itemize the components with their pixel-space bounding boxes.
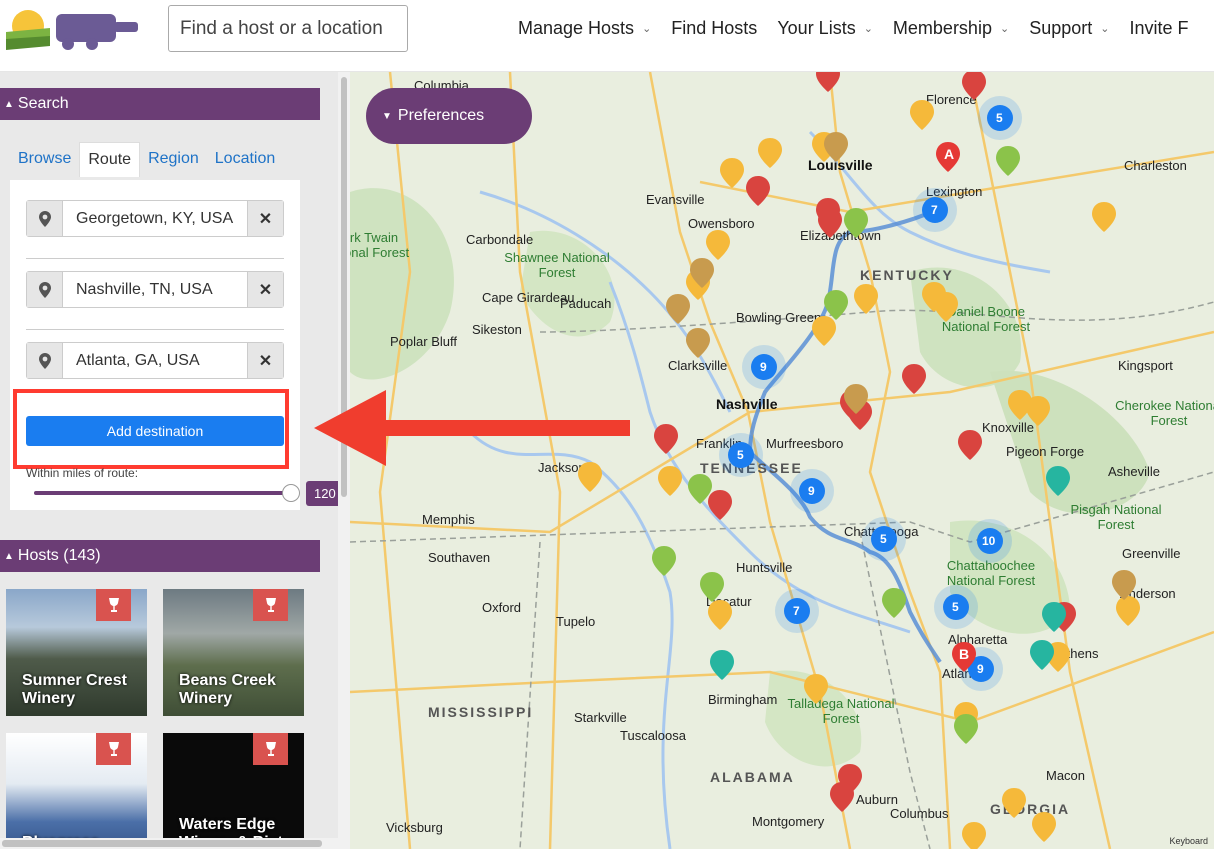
route-marker-b[interactable]: B — [959, 646, 969, 662]
chevron-down-icon: ⌄ — [1100, 23, 1110, 35]
route-stop-2: Nashville, TN, USA ✕ — [26, 271, 284, 308]
site-logo[interactable] — [2, 6, 142, 52]
route-stop-input[interactable]: Georgetown, KY, USA — [63, 201, 247, 236]
host-card[interactable]: Waters Edge Winery & Bistro — [163, 733, 304, 849]
remove-stop-button[interactable]: ✕ — [247, 201, 283, 236]
nav-find-hosts[interactable]: Find Hosts — [671, 18, 757, 39]
miles-slider-thumb[interactable] — [282, 484, 300, 502]
divider — [26, 258, 284, 259]
close-icon: ✕ — [258, 281, 273, 299]
main-nav: Manage Hosts ⌄ Find Hosts Your Lists ⌄ Mem… — [518, 18, 1208, 39]
caret-up-icon: ▲ — [4, 98, 14, 110]
hosts-section-header[interactable]: ▲ Hosts (143) — [0, 540, 320, 572]
close-icon: ✕ — [258, 352, 273, 370]
map-pin-icon — [27, 272, 63, 307]
wine-glass-icon — [96, 589, 131, 621]
scrollbar-thumb[interactable] — [2, 840, 322, 847]
preferences-label: Preferences — [397, 107, 485, 124]
add-destination-button[interactable]: Add destination — [26, 416, 284, 446]
annotation-arrow-icon — [314, 390, 630, 466]
remove-stop-button[interactable]: ✕ — [247, 272, 283, 307]
nav-label: Your Lists — [777, 18, 856, 38]
preferences-button[interactable]: ▼ Preferences — [366, 88, 532, 144]
route-stop-3: Atlanta, GA, USA ✕ — [26, 342, 284, 379]
nav-your-lists[interactable]: Your Lists ⌄ — [777, 18, 873, 39]
divider — [26, 329, 284, 330]
host-card[interactable]: Bluegrass — [6, 733, 147, 849]
keyboard-shortcuts-link[interactable]: Keyboard — [1169, 836, 1208, 846]
wine-glass-icon — [253, 589, 288, 621]
tab-browse[interactable]: Browse — [10, 142, 79, 177]
chevron-down-icon: ⌄ — [999, 23, 1010, 35]
nav-label: Support — [1029, 18, 1093, 38]
tab-route[interactable]: Route — [79, 142, 141, 177]
search-input-placeholder: Find a host or a location — [180, 17, 383, 39]
host-card[interactable]: Beans Creek Winery — [163, 589, 304, 716]
host-name: Sumner Crest Winery — [22, 672, 127, 707]
remove-stop-button[interactable]: ✕ — [247, 343, 283, 378]
miles-slider-value: 120 — [306, 481, 342, 506]
map-pin-icon — [27, 343, 63, 378]
miles-label: Within miles of route: — [26, 466, 139, 480]
wine-glass-icon — [253, 733, 288, 765]
host-location-search-input[interactable]: Find a host or a location — [168, 5, 408, 52]
route-stop-1: Georgetown, KY, USA ✕ — [26, 200, 284, 237]
miles-slider-track[interactable] — [34, 491, 290, 495]
caret-down-icon: ▼ — [382, 110, 392, 122]
search-section-title: Search — [17, 95, 69, 112]
nav-label: Invite F — [1129, 18, 1189, 38]
search-tabs: Browse Route Region Location — [10, 142, 283, 177]
chevron-down-icon: ⌄ — [863, 23, 873, 35]
wine-glass-icon — [96, 733, 131, 765]
search-section-header[interactable]: ▲ Search — [0, 88, 320, 120]
top-header: Find a host or a location Manage Hosts ⌄ … — [0, 0, 1214, 72]
host-name: Beans Creek Winery — [179, 672, 276, 707]
nav-label: Find Hosts — [671, 18, 758, 38]
close-icon: ✕ — [258, 210, 273, 228]
chevron-down-icon: ⌄ — [642, 23, 652, 35]
nav-label: Manage Hosts — [518, 18, 635, 38]
nav-support[interactable]: Support ⌄ — [1029, 18, 1109, 39]
route-stop-input[interactable]: Atlanta, GA, USA — [63, 343, 247, 378]
nav-membership[interactable]: Membership ⌄ — [893, 18, 1009, 39]
map-pin-icon — [27, 201, 63, 236]
tab-location[interactable]: Location — [207, 142, 284, 177]
nav-invite[interactable]: Invite F — [1129, 18, 1188, 39]
nav-manage-hosts[interactable]: Manage Hosts ⌄ — [518, 18, 651, 39]
caret-up-icon: ▲ — [4, 550, 14, 562]
hosts-section-title: Hosts (143) — [17, 547, 101, 564]
horizontal-scrollbar[interactable] — [0, 838, 338, 849]
tab-region[interactable]: Region — [140, 142, 207, 177]
route-stop-input[interactable]: Nashville, TN, USA — [63, 272, 247, 307]
host-card[interactable]: Sumner Crest Winery — [6, 589, 147, 716]
route-marker-a[interactable]: A — [944, 146, 954, 162]
nav-label: Membership — [892, 18, 992, 38]
